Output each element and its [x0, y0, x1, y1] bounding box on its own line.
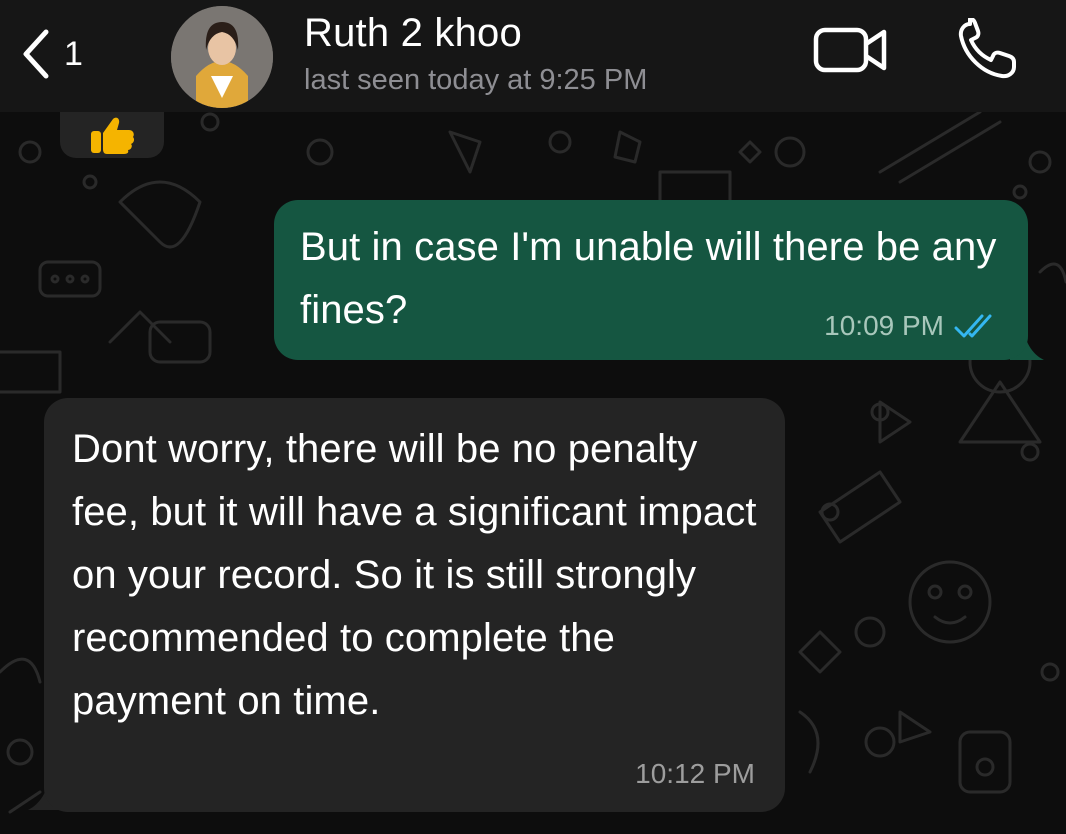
avatar[interactable] [171, 6, 273, 108]
video-call-button[interactable] [812, 24, 890, 76]
message-time: 10:09 PM [824, 310, 944, 341]
avatar-image [171, 6, 273, 108]
video-camera-icon [813, 27, 887, 73]
chevron-left-icon [23, 29, 49, 79]
chat-header: 1 Ruth 2 khoo last seen today at 9:25 PM [0, 0, 1066, 112]
outgoing-message[interactable]: But in case I'm unable will there be any… [274, 200, 1028, 360]
message-time: 10:12 PM [635, 758, 755, 789]
reaction-bubble[interactable] [60, 112, 164, 158]
unread-count: 1 [64, 34, 83, 73]
message-text: Dont worry, there will be no penalty fee… [72, 427, 757, 723]
last-seen-status: last seen today at 9:25 PM [304, 64, 648, 96]
thumbs-up-emoji-icon [91, 117, 135, 154]
double-check-icon [954, 314, 992, 338]
incoming-message[interactable]: Dont worry, there will be no penalty fee… [44, 398, 785, 812]
phone-icon [958, 17, 1016, 79]
contact-info[interactable]: Ruth 2 khoo last seen today at 9:25 PM [304, 10, 784, 102]
back-button[interactable]: 1 [18, 26, 128, 82]
voice-call-button[interactable] [956, 17, 1022, 80]
contact-name: Ruth 2 khoo [304, 11, 522, 55]
